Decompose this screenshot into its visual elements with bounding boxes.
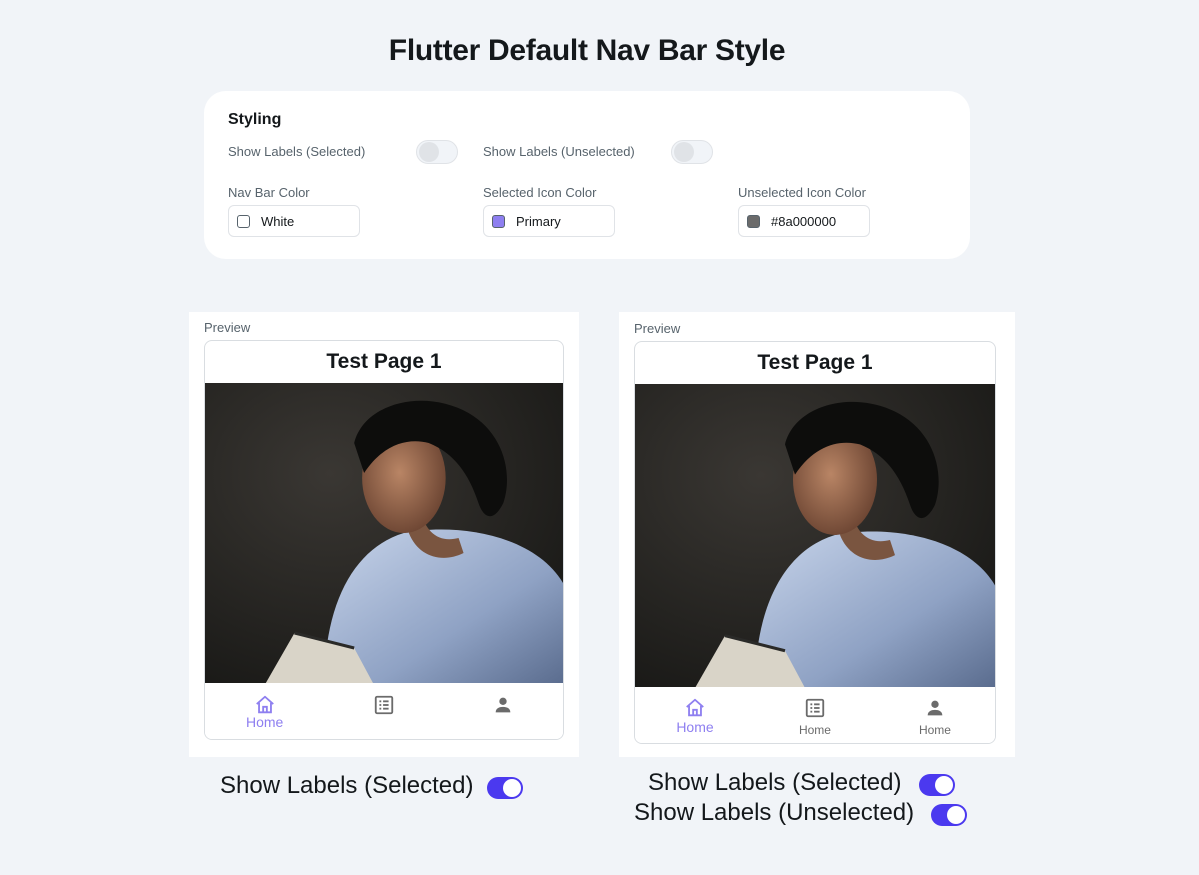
caption-toggle[interactable]: [931, 804, 967, 826]
woman-reading-photo: [205, 383, 563, 685]
styling-heading: Styling: [228, 111, 282, 128]
toggle-knob: [419, 142, 439, 162]
caption-toggle[interactable]: [487, 777, 523, 799]
unselected-icon-color-label: Unselected Icon Color: [738, 185, 866, 200]
show-labels-selected-label: Show Labels (Selected): [228, 144, 366, 159]
caption-toggle[interactable]: [919, 774, 955, 796]
nav-item-home[interactable]: Home: [205, 683, 324, 739]
caption-label: Show Labels (Unselected): [634, 799, 915, 826]
selected-icon-color-field[interactable]: Primary: [483, 205, 615, 237]
nav-bar-color-swatch: [237, 214, 250, 228]
nav-item-label: Home: [245, 714, 284, 730]
toggle-knob: [503, 779, 521, 797]
nav-item-label: Home: [798, 723, 831, 737]
toggle-knob: [674, 142, 694, 162]
toggle-knob: [947, 806, 965, 824]
page-title: Flutter Default Nav Bar Style: [388, 34, 786, 67]
nav-bar-color-field[interactable]: White: [228, 205, 360, 237]
show-labels-selected-toggle[interactable]: [416, 140, 458, 164]
bottom-nav-bar: Home Home Home: [635, 687, 995, 743]
unselected-icon-color-value: #8a000000: [771, 213, 837, 229]
preview-label: Preview: [634, 321, 681, 336]
nav-item-list[interactable]: [324, 683, 443, 739]
phone-frame: Test Page 1 Home Home Home: [634, 341, 996, 744]
phone-frame: Test Page 1 Home: [204, 340, 564, 740]
nav-item-list[interactable]: Home: [755, 687, 875, 743]
nav-item-label: Home: [918, 723, 951, 737]
preview-panel: Preview Test Page 1 Home: [189, 312, 579, 757]
nav-item-person[interactable]: Home: [875, 687, 995, 743]
preview-label: Preview: [204, 320, 251, 335]
caption-label: Show Labels (Selected): [220, 772, 474, 799]
nav-item-person[interactable]: [444, 683, 563, 739]
preview-panel: Preview Test Page 1 Home Home Home: [619, 312, 1015, 757]
unselected-icon-color-field[interactable]: #8a000000: [738, 205, 870, 237]
caption-label: Show Labels (Selected): [648, 769, 902, 796]
toggle-knob: [935, 776, 953, 794]
unselected-icon-color-swatch: [747, 214, 760, 228]
photo: [635, 384, 995, 688]
selected-icon-color-value: Primary: [516, 213, 561, 229]
nav-item-label: Home: [676, 719, 714, 735]
nav-bar-color-label: Nav Bar Color: [228, 185, 310, 200]
selected-icon-color-label: Selected Icon Color: [483, 185, 597, 200]
selected-icon-color-swatch: [492, 214, 505, 228]
bottom-nav-bar: Home: [205, 683, 563, 739]
nav-item-home[interactable]: Home: [635, 687, 755, 743]
nav-bar-color-value: White: [261, 213, 295, 229]
woman-reading-photo: [635, 384, 995, 688]
styling-card: Styling Show Labels (Selected) Show Labe…: [204, 91, 970, 259]
photo: [205, 383, 563, 685]
phone-page-title: Test Page 1: [326, 350, 442, 373]
phone-page-title: Test Page 1: [757, 351, 873, 374]
show-labels-unselected-label: Show Labels (Unselected): [483, 144, 635, 159]
show-labels-unselected-toggle[interactable]: [671, 140, 713, 164]
